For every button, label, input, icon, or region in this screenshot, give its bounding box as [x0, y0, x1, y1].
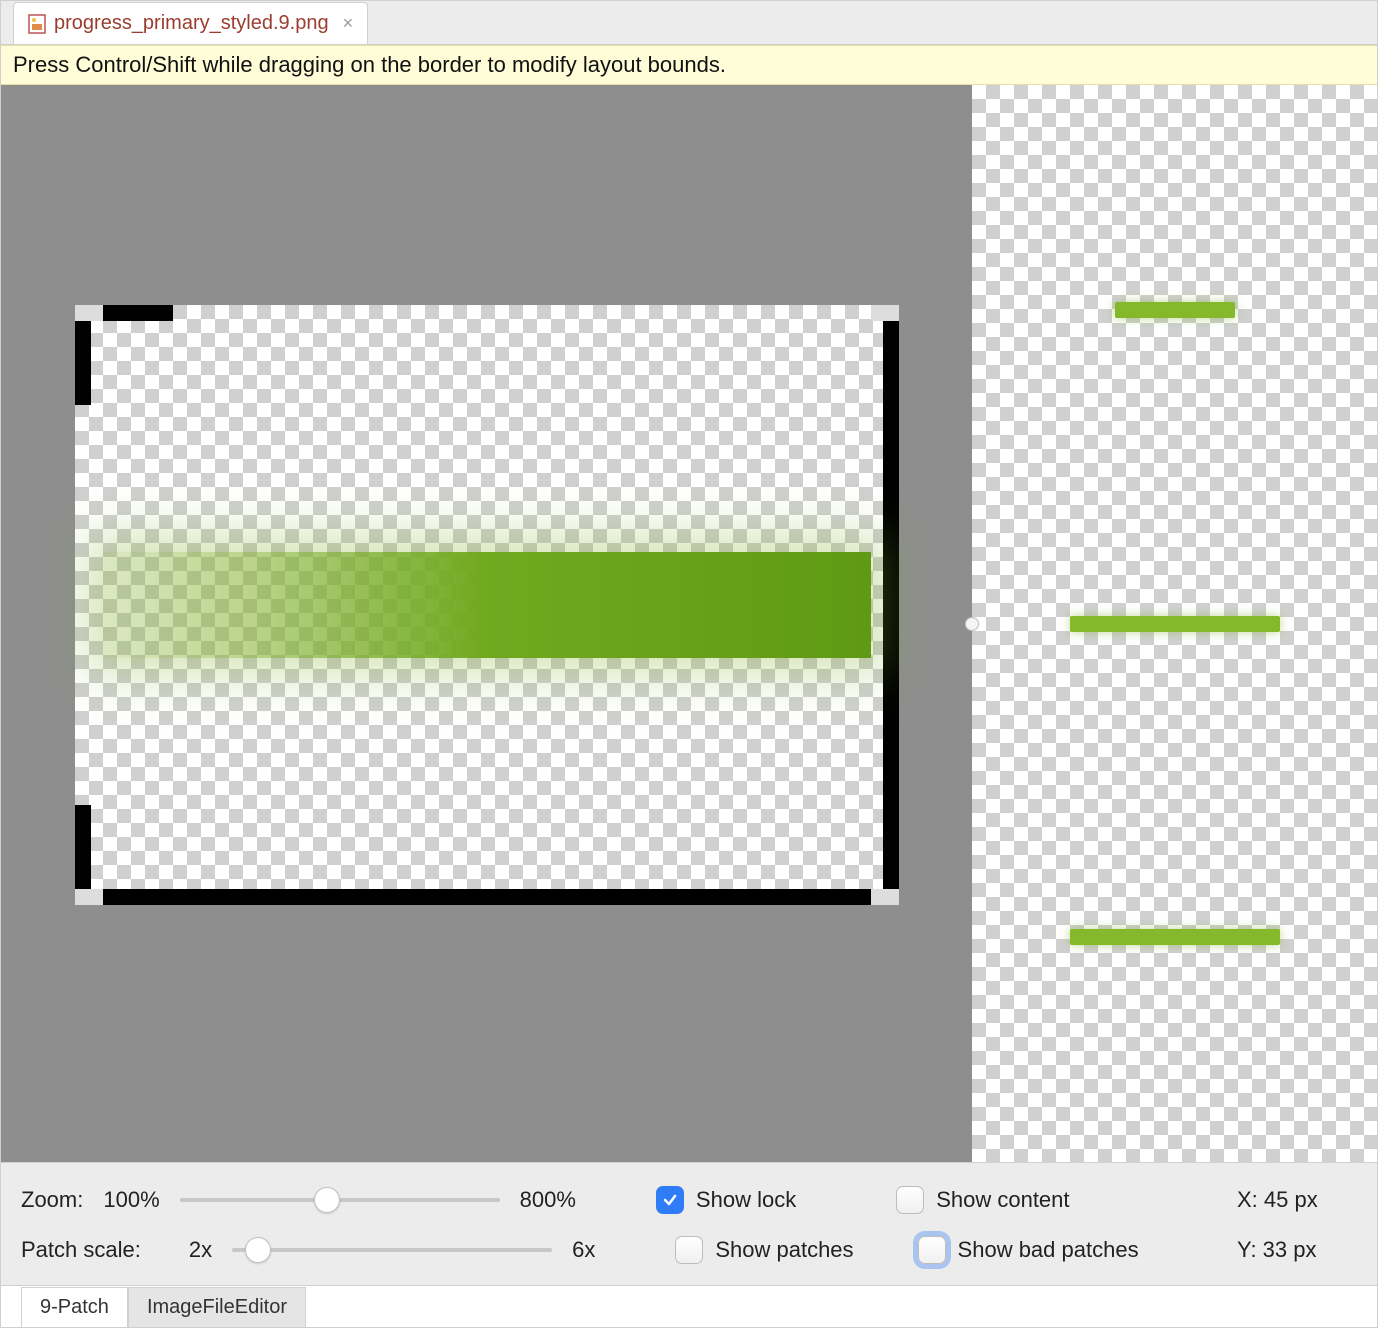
top-stretch-marker[interactable] [103, 305, 173, 321]
checkbox-icon [918, 1236, 946, 1264]
tab-image-file-editor[interactable]: ImageFileEditor [128, 1287, 306, 1327]
preview-sample [1070, 929, 1280, 945]
zoom-max-value: 800% [520, 1187, 576, 1213]
tab-9-patch[interactable]: 9-Patch [21, 1287, 128, 1327]
show-content-checkbox[interactable]: Show content [896, 1186, 1069, 1214]
preview-sample [1115, 302, 1235, 318]
checkbox-icon [675, 1236, 703, 1264]
corner-marker [871, 889, 899, 905]
left-stretch-marker[interactable] [75, 805, 91, 889]
checkbox-icon [656, 1186, 684, 1214]
close-icon[interactable]: × [343, 13, 354, 34]
corner-marker [871, 305, 899, 321]
bottom-view-tabs: 9-Patch ImageFileEditor [1, 1285, 1377, 1327]
checkbox-label: Show bad patches [958, 1237, 1139, 1263]
show-patches-checkbox[interactable]: Show patches [675, 1236, 853, 1264]
nine-patch-editor-window: progress_primary_styled.9.png × Press Co… [0, 0, 1378, 1328]
right-content-marker[interactable] [883, 321, 899, 889]
preview-list [972, 85, 1377, 1162]
patch-scale-min-value: 2x [189, 1237, 212, 1263]
patch-scale-label: Patch scale: [21, 1237, 141, 1263]
file-tab-strip: progress_primary_styled.9.png × [1, 1, 1377, 45]
file-tab[interactable]: progress_primary_styled.9.png × [13, 2, 368, 44]
checkbox-label: Show content [936, 1187, 1069, 1213]
checkbox-label: Show patches [715, 1237, 853, 1263]
editor-area [1, 85, 1377, 1162]
show-bad-patches-checkbox[interactable]: Show bad patches [918, 1236, 1139, 1264]
show-lock-checkbox[interactable]: Show lock [656, 1186, 796, 1214]
zoom-label: Zoom: [21, 1187, 83, 1213]
checkbox-label: Show lock [696, 1187, 796, 1213]
progress-bar-image-content [103, 552, 871, 658]
hint-bar: Press Control/Shift while dragging on th… [1, 45, 1377, 85]
main-canvas-pane[interactable] [1, 85, 972, 1162]
nine-patch-image[interactable] [75, 305, 899, 905]
patch-scale-slider[interactable] [232, 1247, 552, 1253]
coord-y-readout: Y: 33 px [1237, 1237, 1357, 1263]
checkbox-icon [896, 1186, 924, 1214]
bottom-content-marker[interactable] [103, 889, 871, 905]
left-stretch-marker[interactable] [75, 321, 91, 405]
zoom-slider-thumb[interactable] [314, 1187, 340, 1213]
preview-sample [1070, 616, 1280, 632]
controls-bar: Zoom: 100% 800% Show lock Show content X… [1, 1162, 1377, 1285]
image-file-icon [28, 14, 46, 34]
patch-scale-slider-thumb[interactable] [245, 1237, 271, 1263]
zoom-min-value: 100% [103, 1187, 159, 1213]
coord-x-readout: X: 45 px [1237, 1187, 1357, 1213]
zoom-slider[interactable] [180, 1197, 500, 1203]
corner-marker [75, 305, 103, 321]
corner-marker [75, 889, 103, 905]
file-tab-label: progress_primary_styled.9.png [54, 12, 329, 35]
preview-pane[interactable] [972, 85, 1377, 1162]
patch-scale-max-value: 6x [572, 1237, 595, 1263]
